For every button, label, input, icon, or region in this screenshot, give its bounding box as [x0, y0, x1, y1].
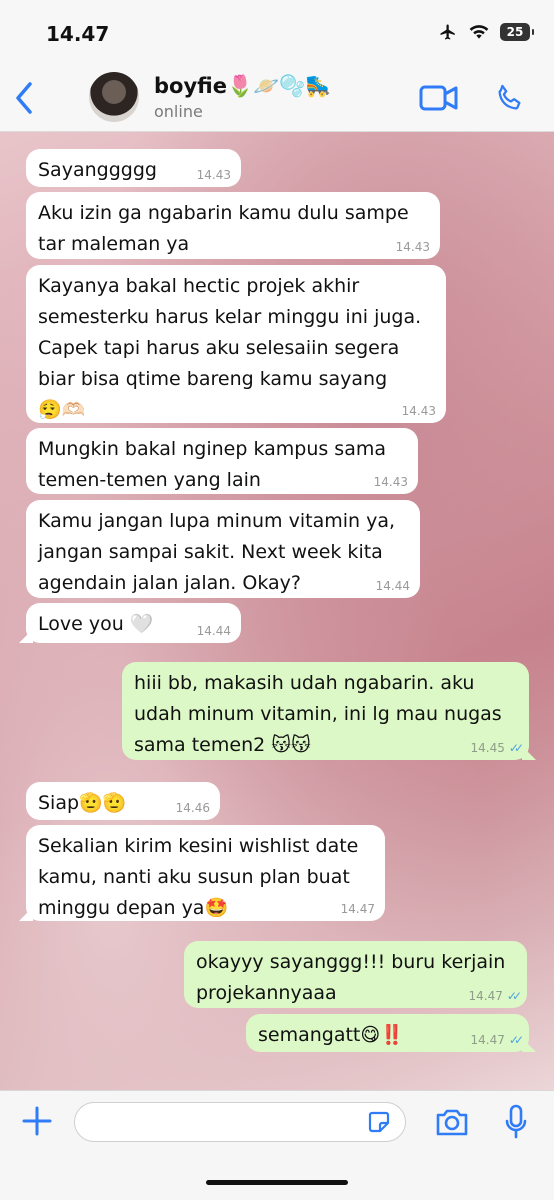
attach-button[interactable] [20, 1104, 54, 1138]
chevron-left-icon [16, 82, 32, 114]
double-check-icon: ✓✓ [506, 989, 522, 1003]
message-text: Kamu jangan lupa minum vitamin ya, janga… [38, 510, 396, 594]
sticker-button[interactable] [366, 1109, 392, 1135]
message-time: 14.47 [470, 1033, 505, 1047]
airplane-icon [440, 24, 455, 40]
message-meta: 14.43 [197, 168, 231, 182]
message-meta: 14.47 ✓✓ [470, 1033, 525, 1047]
message-meta: 14.43 [396, 240, 430, 254]
message-bubble[interactable]: Aku izin ga ngabarin kamu dulu sampe tar… [26, 192, 440, 259]
message-time: 14.44 [196, 624, 231, 638]
message-bubble[interactable]: Love you 🤍 14.44 [26, 603, 241, 643]
message-text: okayyy sayanggg!!! buru kerjain projekan… [196, 951, 506, 1004]
message-bubble[interactable]: okayyy sayanggg!!! buru kerjain projekan… [184, 941, 527, 1008]
message-time: 14.45 [470, 741, 505, 755]
camera-icon [436, 1109, 468, 1136]
battery-level: 25 [506, 25, 524, 39]
message-time: 14.43 [196, 168, 231, 182]
message-text: Kayanya bakal hectic projek akhir semest… [38, 275, 422, 421]
avatar[interactable] [89, 72, 139, 122]
camera-button[interactable] [434, 1106, 470, 1138]
home-indicator [206, 1180, 348, 1185]
message-time: 14.44 [375, 579, 410, 593]
sticker-icon [368, 1111, 390, 1133]
contact-name-text: boyfie [154, 74, 227, 98]
message-time: 14.43 [395, 240, 430, 254]
message-meta: 14.45 ✓✓ [470, 741, 525, 755]
microphone-button[interactable] [504, 1103, 528, 1141]
message-bubble[interactable]: Mungkin bakal nginep kampus sama temen-t… [26, 428, 418, 494]
contact-name-emoji: 🌷🪐🫧🛼 [226, 74, 332, 98]
back-button[interactable] [10, 78, 40, 118]
chat-header: 14.47 25 boyfie🌷🪐🫧🛼 online [0, 0, 554, 132]
video-camera-icon [419, 85, 458, 111]
message-bubble[interactable]: Kayanya bakal hectic projek akhir semest… [26, 265, 446, 423]
message-meta: 14.44 [197, 624, 231, 638]
message-meta: 14.47 [341, 902, 375, 916]
phone-icon [498, 84, 521, 110]
message-meta: 14.47 ✓✓ [468, 989, 523, 1003]
message-meta: 14.43 [374, 475, 408, 489]
battery-indicator: 25 [500, 23, 534, 41]
message-meta: 14.44 [376, 579, 410, 593]
message-text: Mungkin bakal nginep kampus sama temen-t… [38, 438, 387, 491]
message-bubble[interactable]: hiii bb, makasih udah ngabarin. aku udah… [122, 662, 529, 760]
video-call-button[interactable] [418, 80, 460, 116]
microphone-icon [505, 1104, 527, 1139]
message-time: 14.43 [373, 475, 408, 489]
message-text: hiii bb, makasih udah ngabarin. aku udah… [134, 672, 502, 756]
message-text: Sekalian kirim kesini wishlist date kamu… [38, 835, 359, 919]
message-bubble[interactable]: semangatt😋‼️ 14.47 ✓✓ [246, 1014, 529, 1052]
voice-call-button[interactable] [493, 78, 527, 118]
wifi-icon [469, 25, 489, 39]
message-time: 14.43 [401, 404, 436, 418]
message-bubble[interactable]: Kamu jangan lupa minum vitamin ya, janga… [26, 500, 420, 598]
message-bubble[interactable]: Sekalian kirim kesini wishlist date kamu… [26, 825, 385, 921]
message-meta: 14.43 [402, 404, 436, 418]
message-bubble[interactable]: Siap🫡🫡 14.46 [26, 782, 220, 820]
message-time: 14.46 [175, 801, 210, 815]
message-input[interactable] [74, 1102, 406, 1142]
message-time: 14.47 [468, 989, 503, 1003]
double-check-icon: ✓✓ [508, 741, 524, 755]
contact-status: online [154, 102, 203, 121]
double-check-icon: ✓✓ [508, 1033, 524, 1047]
plus-icon [22, 1106, 52, 1136]
message-time: 14.47 [340, 902, 375, 916]
chat-area[interactable]: Sayanggggg 14.43 Aku izin ga ngabarin ka… [0, 132, 554, 1090]
message-meta: 14.46 [176, 801, 210, 815]
message-bubble[interactable]: Sayanggggg 14.43 [26, 149, 241, 187]
status-time: 14.47 [46, 22, 110, 46]
message-text: Aku izin ga ngabarin kamu dulu sampe tar… [38, 202, 409, 255]
status-icons: 25 [438, 23, 534, 41]
contact-name[interactable]: boyfie🌷🪐🫧🛼 [154, 74, 332, 99]
